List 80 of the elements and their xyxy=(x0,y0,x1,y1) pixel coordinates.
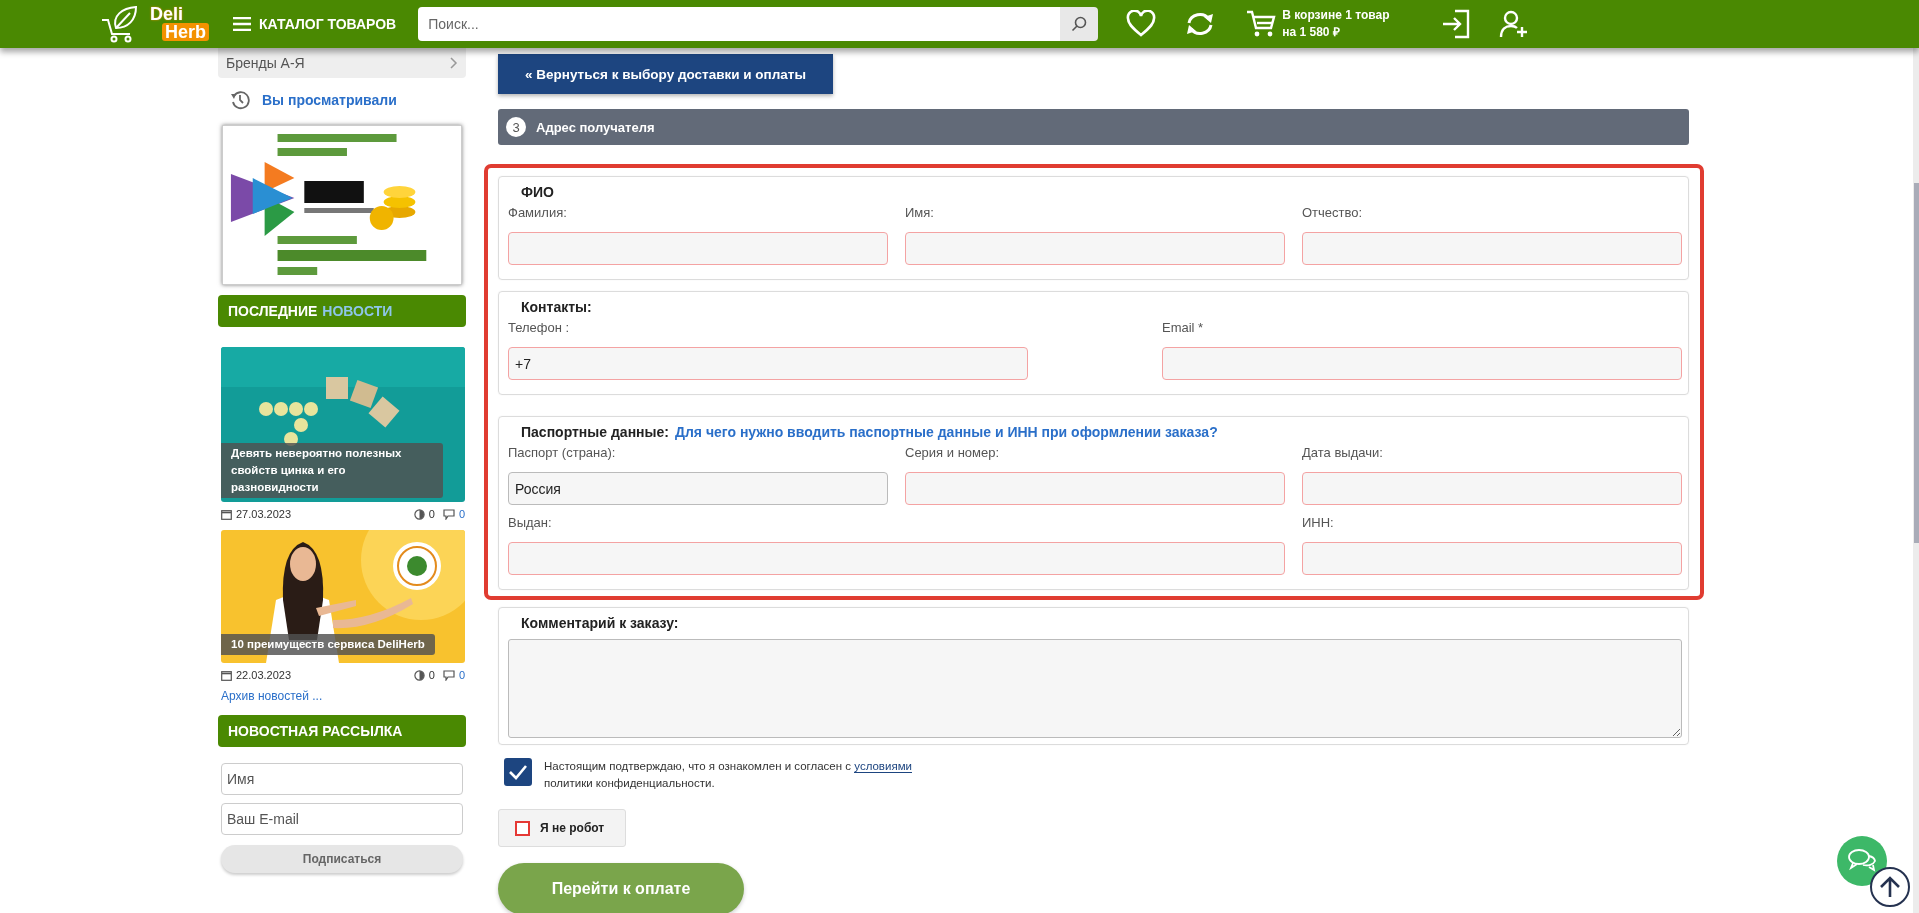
brands-menu-item[interactable]: Бренды А-Я xyxy=(218,48,466,78)
info-link[interactable]: Для чего нужно вводить паспортные данные и ИНН при оформлении заказа? xyxy=(674,424,1218,440)
input-field[interactable] xyxy=(1302,542,1682,575)
comment-icon xyxy=(442,669,455,681)
calendar-icon xyxy=(221,669,232,681)
field-label: Имя: xyxy=(905,205,935,220)
news-archive-link[interactable]: Архив новостей ... xyxy=(221,689,466,703)
input-field[interactable] xyxy=(1162,347,1682,380)
news-date: 27.03.2023 xyxy=(236,508,292,520)
section-title: ФИО xyxy=(521,184,554,200)
search-icon xyxy=(1071,16,1088,32)
input-field[interactable] xyxy=(1302,472,1682,505)
news-heading: ПОСЛЕДНИЕ НОВОСТИ xyxy=(218,295,466,327)
search-field[interactable]: Поиск... xyxy=(418,7,1061,41)
checkbox[interactable] xyxy=(504,758,532,786)
news-title[interactable]: 10 преимуществ сервиса DeliHerb xyxy=(221,634,435,655)
add-user-icon[interactable] xyxy=(1499,9,1530,39)
chevron-right-icon xyxy=(450,57,458,69)
input-field[interactable] xyxy=(905,232,1285,265)
viewed-products-link[interactable]: Вы просматривали xyxy=(262,92,397,108)
scrollbar[interactable] xyxy=(1913,48,1919,913)
field-label: Отчество: xyxy=(1302,205,1364,220)
logo-text: Deli xyxy=(150,5,184,23)
field-label: Паспорт (страна): xyxy=(508,445,617,460)
scroll-up-button[interactable] xyxy=(1870,867,1910,907)
comment-icon xyxy=(442,508,455,520)
field-label: Телефон : xyxy=(508,320,571,335)
back-button[interactable]: « Вернуться к выбору доставки и оплаты xyxy=(498,54,833,94)
views-icon xyxy=(413,508,425,520)
news-title[interactable]: Девять невероятно полезных свойств цинка и его разновидности xyxy=(221,443,443,498)
name-field[interactable]: Имя xyxy=(221,763,463,795)
news-date: 22.03.2023 xyxy=(236,669,292,681)
cart-icon[interactable] xyxy=(1246,10,1277,38)
email-field[interactable]: Ваш E-mail xyxy=(221,803,463,835)
input-field[interactable] xyxy=(508,232,888,265)
views-count: 0 xyxy=(428,508,435,520)
comments-count[interactable]: 0 xyxy=(458,669,465,681)
field-label: Серия и номер: xyxy=(905,445,1001,460)
field-label: Дата выдачи: xyxy=(1302,445,1384,460)
search-button[interactable] xyxy=(1060,7,1099,41)
comment-field[interactable] xyxy=(508,639,1682,738)
views-icon xyxy=(413,669,425,681)
terms-link[interactable]: условиями xyxy=(854,760,912,773)
captcha-checkbox[interactable] xyxy=(515,820,530,836)
step-title: Адрес получателя xyxy=(536,119,655,135)
pay-button[interactable]: Перейти к оплате xyxy=(498,863,744,913)
comments-count[interactable]: 0 xyxy=(458,508,465,520)
field-label: Email * xyxy=(1162,320,1205,335)
input-field[interactable]: Россия xyxy=(508,472,888,505)
catalog-button[interactable]: КАТАЛОГ ТОВАРОВ xyxy=(233,16,397,32)
cart-total-text[interactable]: на 1 580 ₽ xyxy=(1282,24,1390,41)
input-field[interactable] xyxy=(1302,232,1682,265)
chat-button[interactable] xyxy=(1837,836,1887,886)
logo[interactable]: Deli Herb xyxy=(100,4,209,44)
cart-summary-text[interactable]: В корзине 1 товар xyxy=(1282,7,1390,24)
login-icon[interactable] xyxy=(1441,9,1472,39)
section-title: Паспортные данные: xyxy=(521,424,669,440)
field-label: Фамилия: xyxy=(508,205,568,220)
chat-icon xyxy=(1847,848,1877,874)
history-icon xyxy=(230,90,250,110)
logo-text: Herb xyxy=(162,23,209,41)
field-label: ИНН: xyxy=(1302,515,1335,530)
check-icon xyxy=(508,764,528,780)
subscribe-button[interactable]: Подписаться xyxy=(221,845,463,873)
consent-text: Настоящим подтверждаю, что я ознакомлен и согласен с условиями политики конфиденциальности. xyxy=(544,759,912,791)
input-field[interactable] xyxy=(905,472,1285,505)
views-count: 0 xyxy=(428,669,435,681)
menu-icon xyxy=(233,17,251,31)
heart-icon[interactable] xyxy=(1126,10,1157,38)
newsletter-heading: НОВОСТНАЯ РАССЫЛКА xyxy=(218,715,466,747)
step-number: 3 xyxy=(506,117,526,137)
captcha-label: Я не робот xyxy=(540,821,605,835)
input-field[interactable]: +7 xyxy=(508,347,1028,380)
section-title: Комментарий к заказу: xyxy=(521,615,679,631)
field-label: Выдан: xyxy=(508,515,553,530)
arrow-up-icon xyxy=(1879,875,1901,899)
input-field[interactable] xyxy=(508,542,1285,575)
section-title: Контакты: xyxy=(521,299,592,315)
menu-item-label: Бренды А-Я xyxy=(226,55,305,71)
calendar-icon xyxy=(221,508,232,520)
